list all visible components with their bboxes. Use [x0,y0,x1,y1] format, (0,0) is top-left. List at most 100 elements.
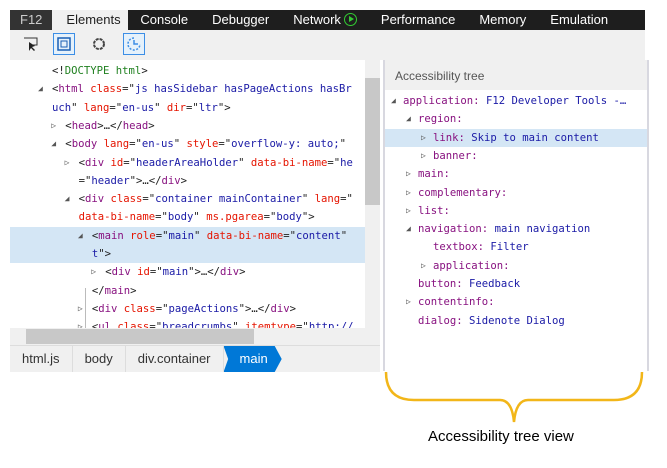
dom-node-line[interactable]: ◢ <html class="js hasSidebar hasPageActio… [10,80,365,98]
accessibility-tree-item[interactable]: ▷ link: Skip to main content [385,128,647,147]
horizontal-scroll-thumb[interactable] [26,329,254,344]
item-name: Filter [490,241,529,254]
markup-token: > [239,266,246,279]
item-text: main: [418,165,450,183]
item-name: Skip to main content [471,131,599,144]
markup-token: " [238,156,251,169]
highlight-boxes-icon[interactable] [53,33,75,55]
collapsed-arrow-icon[interactable]: ▷ [406,184,411,202]
tab-emulation[interactable]: Emulation [538,10,620,30]
dom-node-line[interactable]: t"> [10,245,365,263]
item-text: banner: [433,147,478,165]
item-role: link: [433,131,465,144]
node-markup: <body lang="en-us" style="overflow-y: au… [65,135,346,153]
accessibility-tree-item[interactable]: ▷ contentinfo: [385,293,647,311]
collapsed-arrow-icon[interactable]: ▷ [406,202,411,220]
dom-node-line[interactable]: ◢ <div class="container mainContainer" la… [10,190,365,208]
collapsed-arrow-icon[interactable]: ▷ [406,293,411,311]
tab-debugger[interactable]: Debugger [200,10,281,30]
annotation-caption: Accessibility tree view [428,428,574,445]
accessibility-tree-item[interactable]: button: Feedback [385,275,647,293]
select-element-icon[interactable] [20,33,42,55]
tab-elements[interactable]: Elements [52,10,129,30]
collapsed-arrow-icon[interactable]: ▷ [421,257,426,275]
expanded-arrow-icon[interactable]: ◢ [65,190,70,208]
markup-token: main [98,229,131,242]
collapsed-arrow-icon[interactable]: ▷ [78,300,83,318]
markup-token: main [162,266,189,279]
breadcrumb-item[interactable]: main [223,346,282,372]
breadcrumb-item[interactable]: html.js [10,346,73,372]
accessibility-tree-item[interactable]: dialog: Sidenote Dialog [385,312,647,330]
dom-node-line[interactable]: <!DOCTYPE html> [10,62,365,80]
circle-icon[interactable] [88,33,110,55]
markup-token: main [168,229,194,242]
tab-memory[interactable]: Memory [467,10,538,30]
expanded-arrow-icon[interactable]: ◢ [406,110,411,128]
dom-node-line[interactable]: ◢ <body lang="en-us" style="overflow-y: a… [10,135,365,153]
tab-f12[interactable]: F12 [10,10,53,30]
collapsed-arrow-icon[interactable]: ▷ [421,129,426,147]
dom-node-line[interactable]: uch" lang="en-us" dir="ltr"> [10,99,365,117]
collapsed-arrow-icon[interactable]: ▷ [78,318,83,328]
accessibility-tree-item[interactable]: ◢ navigation: main navigation [385,220,647,238]
dom-node-line[interactable]: ▷ <head>…</head> [10,117,365,135]
dom-node-line[interactable]: ▷ <div class="pageActions">…</div> [10,300,365,318]
node-markup: uch" lang="en-us" dir="ltr"> [52,99,231,117]
dom-node-line[interactable]: ▷ <ul class="breadcrumbs" itemtype="http:… [10,318,365,328]
accessibility-tree-item[interactable]: ◢ application: F12 Developer Tools -… [385,92,647,110]
expanded-arrow-icon[interactable]: ◢ [78,227,83,245]
expanded-arrow-icon[interactable]: ◢ [406,220,411,238]
markup-token: header [91,174,130,187]
accessibility-tree-item[interactable]: ▷ application: [385,257,647,275]
markup-token: body [276,211,302,224]
markup-token: ms.pgarea [206,211,264,224]
expanded-arrow-icon[interactable]: ◢ [51,135,56,153]
breadcrumb-item[interactable]: div.container [126,346,224,372]
item-role: contentinfo: [418,296,495,309]
accessibility-tree-item[interactable]: textbox: Filter [385,238,647,256]
vertical-scrollbar[interactable] [365,60,380,328]
markup-token: =" [296,321,309,328]
markup-token: div [220,266,240,279]
tool-tabs: F12 Elements Console Debugger Network Perform… [10,10,645,30]
markup-token: id [110,156,124,169]
accessibility-tree-item[interactable]: ▷ list: [385,202,647,220]
item-role: navigation: [418,223,489,236]
markup-token: body [71,138,104,151]
tab-performance[interactable]: Performance [369,10,467,30]
accessibility-tree-item[interactable]: ▷ main: [385,165,647,183]
tab-label: Emulation [550,12,609,27]
accessibility-tree-item[interactable]: ▷ complementary: [385,184,647,202]
collapsed-arrow-icon[interactable]: ▷ [51,117,56,135]
vertical-scroll-thumb[interactable] [365,78,380,205]
accessibility-tree-item[interactable]: ◢ region: [385,110,647,128]
refresh-dom-icon[interactable] [123,33,145,55]
horizontal-scrollbar[interactable] [10,328,380,345]
collapsed-arrow-icon[interactable]: ▷ [421,147,426,165]
markup-token: overflow-y: auto; [231,138,340,151]
dom-node-line[interactable]: ▷ <div id="main">…</div> [10,263,365,281]
collapsed-arrow-icon[interactable]: ▷ [91,263,96,281]
expanded-arrow-icon[interactable]: ◢ [38,80,43,98]
markup-token: =" [218,138,232,151]
markup-token: dir [166,101,186,114]
dom-node-line[interactable]: </main> [10,282,365,300]
markup-token: " [301,193,315,206]
dom-node-line[interactable]: data-bi-name="body" ms.pgarea="body"> [10,208,365,226]
tab-console[interactable]: Console [128,10,200,30]
markup-token: he [340,156,353,169]
expanded-arrow-icon[interactable]: ◢ [391,92,396,110]
accessibility-tree-item[interactable]: ▷ banner: [385,147,647,165]
markup-token: ">…</ [129,174,162,187]
dom-node-line[interactable]: ▷ <div id="headerAreaHolder" data-bi-name… [10,154,365,172]
collapsed-arrow-icon[interactable]: ▷ [65,154,70,172]
dom-node-line[interactable]: ="header">…</div> [10,172,365,190]
collapsed-arrow-icon[interactable]: ▷ [406,165,411,183]
dom-tree[interactable]: <!DOCTYPE html> ◢ <html class="js hasSideb… [10,60,365,328]
markup-token: " [154,101,167,114]
dom-node-line[interactable]: ◢ <main role="main" data-bi-name="content… [10,226,365,245]
tab-network[interactable]: Network [281,10,369,30]
annotation-bracket [384,371,644,423]
breadcrumb-item[interactable]: body [73,346,126,372]
